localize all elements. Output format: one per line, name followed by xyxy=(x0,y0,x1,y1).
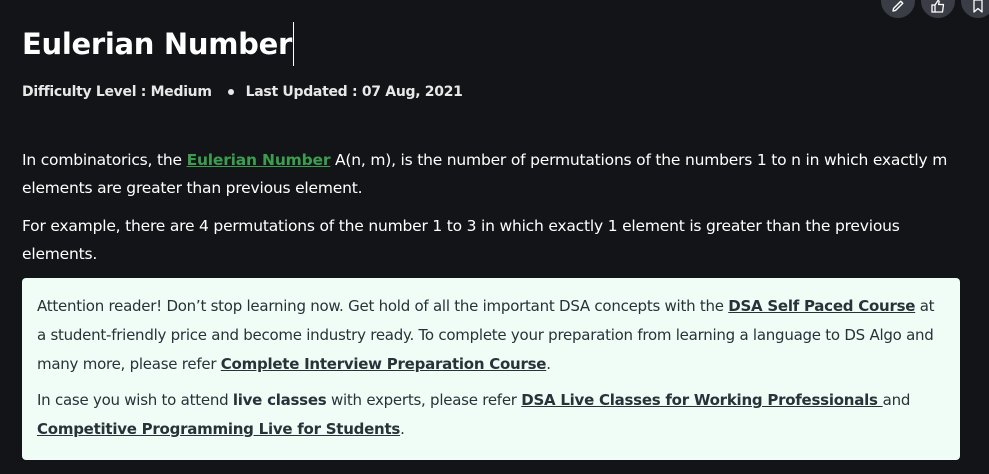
bookmark-button[interactable] xyxy=(961,0,989,18)
notice-text: and xyxy=(882,391,911,409)
improve-button[interactable] xyxy=(921,0,955,18)
live-classes-text: live classes xyxy=(232,391,327,409)
notice-text: . xyxy=(400,420,405,438)
notice-text: with experts, please refer xyxy=(326,391,522,409)
notice-paragraph-live: In case you wish to attend live classes … xyxy=(37,386,945,444)
notice-paragraph-courses: Attention reader! Don’t stop learning no… xyxy=(37,292,945,379)
interview-prep-link[interactable]: Complete Interview Preparation Course xyxy=(221,355,547,373)
bookmark-icon xyxy=(973,0,983,13)
dsa-live-classes-link[interactable]: DSA Live Classes for Working Professiona… xyxy=(521,391,882,409)
eulerian-number-link[interactable]: Eulerian Number xyxy=(187,151,331,169)
competitive-programming-link[interactable]: Competitive Programming Live for Student… xyxy=(37,420,400,438)
notice-text: In case you wish to attend xyxy=(37,391,233,409)
example-paragraph: For example, there are 4 permutations of… xyxy=(22,217,900,263)
page-title: Eulerian Number xyxy=(22,22,294,66)
notice-text: . xyxy=(546,355,551,373)
notice-text: Attention reader! Don’t stop learning no… xyxy=(37,297,729,315)
article-actions xyxy=(881,0,989,18)
thumbs-up-icon xyxy=(931,0,945,13)
page-title-text: Eulerian Number xyxy=(22,27,292,61)
edit-button[interactable] xyxy=(881,0,915,18)
article-meta: Difficulty Level : Medium Last Updated :… xyxy=(22,84,463,100)
pencil-icon xyxy=(892,0,904,12)
meta-separator-dot xyxy=(227,89,234,95)
article-content: In combinatorics, the Eulerian Number A(… xyxy=(22,146,957,278)
difficulty-level: Difficulty Level : Medium xyxy=(22,84,212,100)
last-updated: Last Updated : 07 Aug, 2021 xyxy=(245,84,463,100)
intro-paragraph: In combinatorics, the Eulerian Number A(… xyxy=(22,146,957,202)
dsa-self-paced-link[interactable]: DSA Self Paced Course xyxy=(728,297,915,315)
text-cursor xyxy=(292,22,294,66)
attention-notice: Attention reader! Don’t stop learning no… xyxy=(22,278,960,460)
intro-text: In combinatorics, the xyxy=(22,151,187,169)
